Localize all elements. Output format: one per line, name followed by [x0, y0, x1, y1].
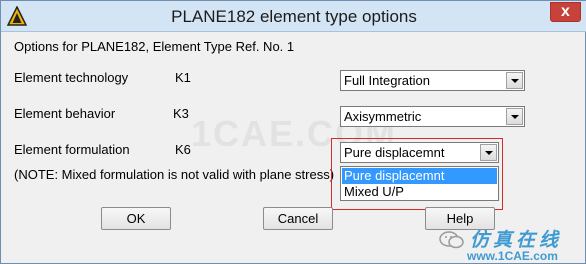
watermark-brand: 仿真在线 [470, 230, 563, 251]
technology-select[interactable]: Full Integration [340, 70, 525, 91]
option-key-k1: K1 [175, 70, 191, 85]
chevron-down-icon[interactable] [506, 108, 523, 125]
annotation-highlight-box [331, 138, 503, 210]
option-label-technology: Element technology [14, 70, 129, 85]
dialog-window: PLANE182 element type options x Options … [0, 0, 586, 264]
window-title: PLANE182 element type options [171, 7, 417, 26]
note-text: (NOTE: Mixed formulation is not valid wi… [14, 167, 335, 182]
watermark-url: www.1CAE.com [467, 249, 558, 263]
option-key-k6: K6 [175, 142, 191, 157]
option-label-behavior: Element behavior [14, 106, 116, 121]
option-key-k3: K3 [173, 106, 189, 121]
technology-select-value: Full Integration [344, 73, 430, 88]
wechat-icon [439, 231, 464, 249]
cancel-button[interactable]: Cancel [263, 207, 333, 230]
ok-button[interactable]: OK [101, 207, 171, 230]
behavior-select[interactable]: Axisymmetric [340, 106, 525, 127]
close-icon: x [561, 3, 570, 20]
chevron-down-icon[interactable] [506, 72, 523, 89]
option-label-formulation: Element formulation [14, 142, 130, 157]
title-bar: PLANE182 element type options x [1, 1, 586, 32]
close-button[interactable]: x [550, 2, 581, 22]
behavior-select-value: Axisymmetric [344, 109, 422, 124]
header-text: Options for PLANE182, Element Type Ref. … [14, 39, 295, 54]
